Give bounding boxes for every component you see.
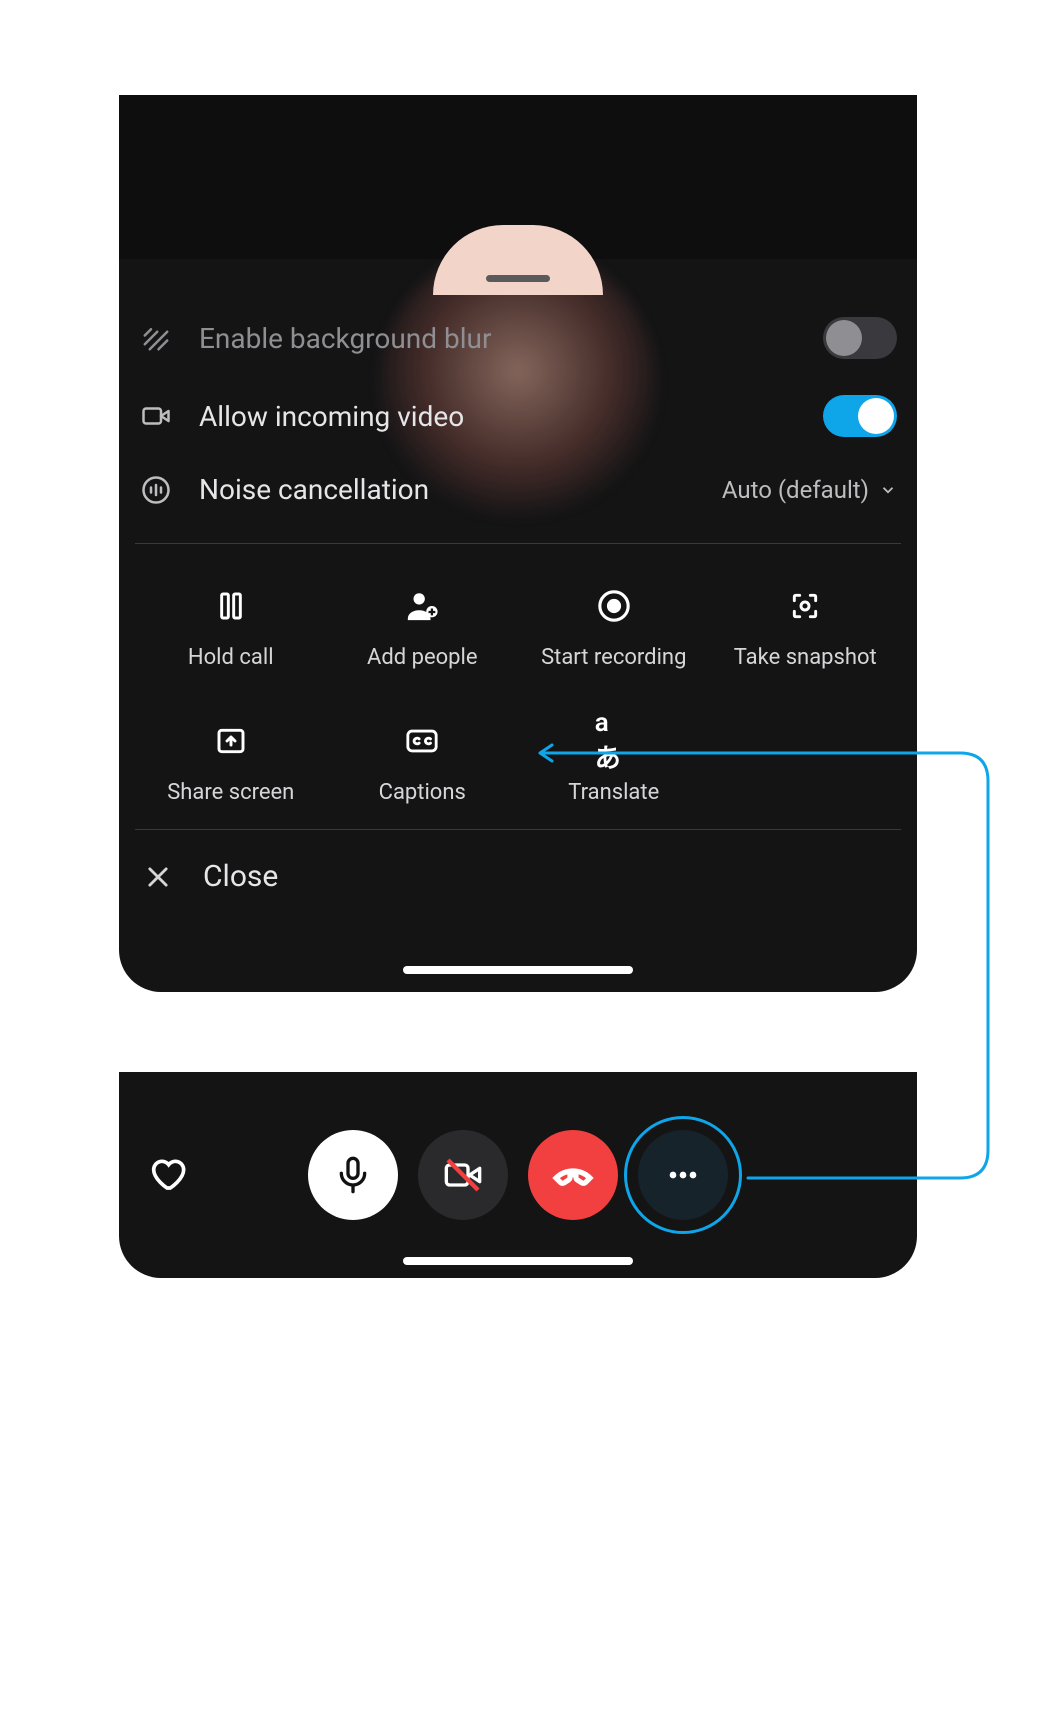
end-call-button[interactable]	[528, 1130, 618, 1220]
more-options-button[interactable]	[638, 1130, 728, 1220]
blur-icon	[139, 323, 173, 353]
option-label: Noise cancellation	[199, 473, 696, 506]
close-icon	[141, 860, 175, 894]
share-screen-icon	[212, 722, 250, 760]
heart-icon	[147, 1153, 187, 1193]
pause-icon	[212, 587, 250, 625]
action-captions[interactable]: Captions	[327, 700, 519, 805]
record-icon	[595, 587, 633, 625]
snapshot-icon	[786, 587, 824, 625]
option-label: Allow incoming video	[199, 400, 797, 433]
sheet-drag-handle[interactable]	[486, 275, 550, 282]
camera-button[interactable]	[418, 1130, 508, 1220]
divider	[135, 543, 901, 544]
captions-icon	[403, 722, 441, 760]
value-text: Auto (default)	[722, 476, 869, 504]
action-label: Take snapshot	[734, 645, 877, 670]
translate-icon: aあ	[595, 722, 633, 760]
noise-cancellation-icon	[139, 475, 173, 505]
video-icon	[139, 401, 173, 431]
divider	[135, 829, 901, 830]
action-take-snapshot[interactable]: Take snapshot	[710, 565, 902, 670]
action-label: Hold call	[188, 645, 274, 670]
action-start-recording[interactable]: Start recording	[518, 565, 710, 670]
toggle-incoming-video[interactable]	[823, 395, 897, 437]
action-label: Start recording	[541, 645, 686, 670]
home-indicator	[403, 1257, 633, 1265]
microphone-icon	[333, 1155, 373, 1195]
action-grid: Hold call Add people Start recording Tak…	[135, 565, 901, 805]
noise-cancellation-value[interactable]: Auto (default)	[722, 476, 897, 504]
end-call-icon	[549, 1151, 597, 1199]
camera-off-icon	[443, 1155, 483, 1195]
option-background-blur[interactable]: Enable background blur	[139, 317, 897, 359]
call-control-bar	[119, 1072, 917, 1278]
option-label: Enable background blur	[199, 322, 797, 355]
add-person-icon	[403, 587, 441, 625]
action-add-people[interactable]: Add people	[327, 565, 519, 670]
toggle-background-blur[interactable]	[823, 317, 897, 359]
action-hold-call[interactable]: Hold call	[135, 565, 327, 670]
microphone-button[interactable]	[308, 1130, 398, 1220]
action-translate[interactable]: aあ Translate	[518, 700, 710, 805]
action-label: Add people	[367, 645, 478, 670]
action-share-screen[interactable]: Share screen	[135, 700, 327, 805]
highlight-ring	[624, 1116, 742, 1234]
action-label: Translate	[568, 780, 659, 805]
action-label: Share screen	[167, 780, 294, 805]
home-indicator	[403, 966, 633, 974]
option-incoming-video[interactable]: Allow incoming video	[139, 395, 897, 437]
chevron-down-icon	[879, 481, 897, 499]
close-label: Close	[203, 859, 278, 894]
call-options-sheet: Enable background blur Allow incoming vi…	[119, 95, 917, 992]
action-label: Captions	[379, 780, 466, 805]
option-noise-cancellation[interactable]: Noise cancellation Auto (default)	[139, 473, 897, 506]
close-button[interactable]: Close	[141, 859, 278, 894]
react-button[interactable]	[147, 1153, 191, 1197]
